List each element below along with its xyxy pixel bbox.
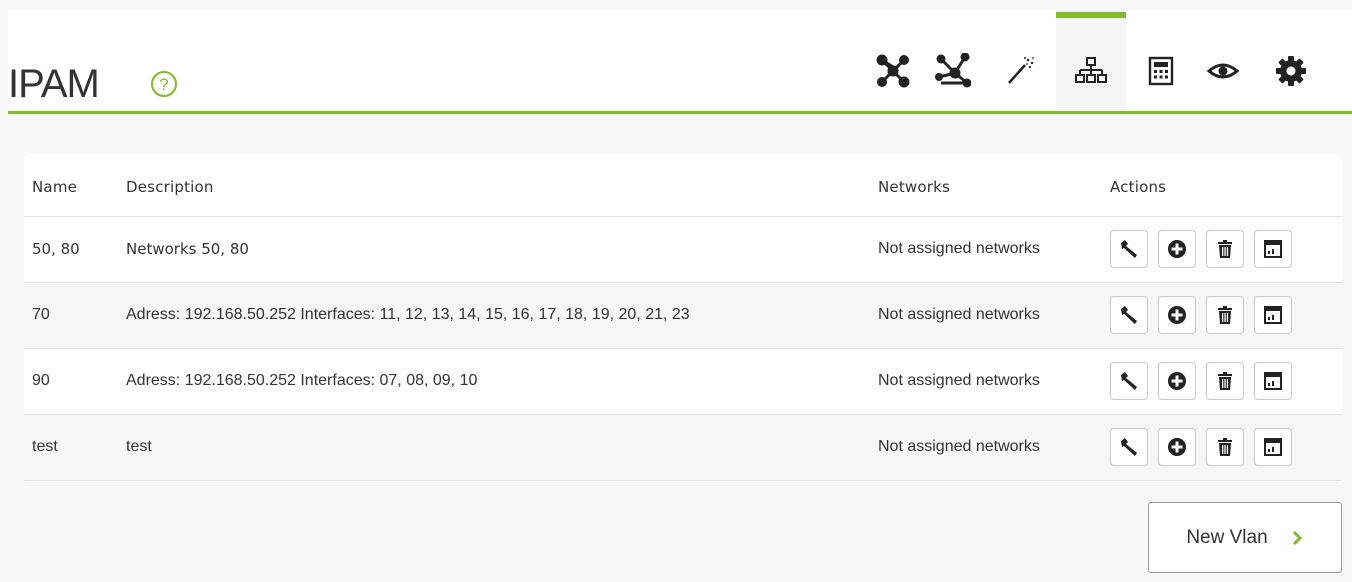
add-network-button[interactable]	[1158, 296, 1196, 334]
eye-icon	[1206, 63, 1240, 78]
tab-bar	[8, 10, 1352, 111]
calculator-icon	[1148, 56, 1174, 85]
row-name: 50, 80	[24, 216, 124, 283]
add-network-button[interactable]	[1158, 362, 1196, 400]
row-name: 70	[24, 282, 124, 349]
row-name: test	[24, 414, 124, 481]
add-circle-icon	[1168, 240, 1186, 258]
edit-button[interactable]	[1110, 362, 1148, 400]
magic-wand-icon	[1008, 56, 1034, 84]
wrench-icon	[1121, 240, 1137, 258]
network-graph-icon	[876, 54, 910, 87]
delete-button[interactable]	[1206, 296, 1244, 334]
table-row: 90 Adress: 192.168.50.252 Interfaces: 07…	[24, 348, 1342, 415]
column-header-networks: Networks	[878, 154, 1110, 217]
report-icon	[1264, 240, 1282, 258]
table-row: 50, 80 Networks 50, 80 Not assigned netw…	[24, 216, 1342, 283]
edit-button[interactable]	[1110, 230, 1148, 268]
report-icon	[1264, 306, 1282, 324]
delete-button[interactable]	[1206, 362, 1244, 400]
row-description: test	[124, 414, 878, 481]
column-header-description: Description	[124, 154, 878, 217]
report-button[interactable]	[1254, 230, 1292, 268]
trash-icon	[1218, 306, 1232, 324]
row-actions	[1110, 348, 1342, 415]
add-network-button[interactable]	[1158, 230, 1196, 268]
report-button[interactable]	[1254, 428, 1292, 466]
delete-button[interactable]	[1206, 428, 1244, 466]
row-networks: Not assigned networks	[878, 282, 1110, 349]
row-description: Adress: 192.168.50.252 Interfaces: 11, 1…	[124, 282, 878, 349]
add-circle-icon	[1168, 306, 1186, 324]
vlan-table: Name Description Networks Actions 50, 80…	[24, 154, 1342, 482]
tab-sitemap[interactable]	[1056, 10, 1126, 111]
table-row: test test Not assigned networks	[24, 414, 1342, 481]
trash-icon	[1218, 372, 1232, 390]
add-circle-icon	[1168, 372, 1186, 390]
wrench-icon	[1121, 438, 1137, 456]
row-networks: Not assigned networks	[878, 216, 1110, 283]
tab-settings[interactable]	[1256, 10, 1326, 111]
row-description: Adress: 192.168.50.252 Interfaces: 07, 0…	[124, 348, 878, 415]
add-network-button[interactable]	[1158, 428, 1196, 466]
tab-calculator[interactable]	[1126, 10, 1196, 111]
new-vlan-button[interactable]: New Vlan	[1148, 502, 1342, 573]
row-actions	[1110, 282, 1342, 349]
tab-eye[interactable]	[1188, 10, 1258, 111]
tab-network-nodes[interactable]	[918, 10, 988, 111]
row-description: Networks 50, 80	[124, 216, 878, 283]
column-header-actions: Actions	[1110, 154, 1342, 217]
chevron-right-icon	[1292, 530, 1302, 545]
wrench-icon	[1121, 306, 1137, 324]
row-name: 90	[24, 348, 124, 415]
table-header-row: Name Description Networks Actions	[24, 154, 1342, 217]
row-networks: Not assigned networks	[878, 348, 1110, 415]
trash-icon	[1218, 240, 1232, 258]
page-header: IPAM ?	[8, 10, 1352, 114]
edit-button[interactable]	[1110, 428, 1148, 466]
trash-icon	[1218, 438, 1232, 456]
add-circle-icon	[1168, 438, 1186, 456]
report-icon	[1264, 438, 1282, 456]
row-networks: Not assigned networks	[878, 414, 1110, 481]
tab-magic-wand[interactable]	[984, 10, 1054, 111]
wrench-icon	[1121, 372, 1137, 390]
report-icon	[1264, 372, 1282, 390]
sitemap-icon	[1075, 56, 1107, 83]
table-row: 70 Adress: 192.168.50.252 Interfaces: 11…	[24, 282, 1342, 349]
delete-button[interactable]	[1206, 230, 1244, 268]
gear-icon	[1276, 55, 1306, 86]
new-vlan-label: New Vlan	[1186, 526, 1268, 548]
row-actions	[1110, 414, 1342, 481]
column-header-name: Name	[24, 154, 124, 217]
network-nodes-icon	[935, 52, 971, 87]
row-actions	[1110, 216, 1342, 283]
report-button[interactable]	[1254, 362, 1292, 400]
report-button[interactable]	[1254, 296, 1292, 334]
edit-button[interactable]	[1110, 296, 1148, 334]
